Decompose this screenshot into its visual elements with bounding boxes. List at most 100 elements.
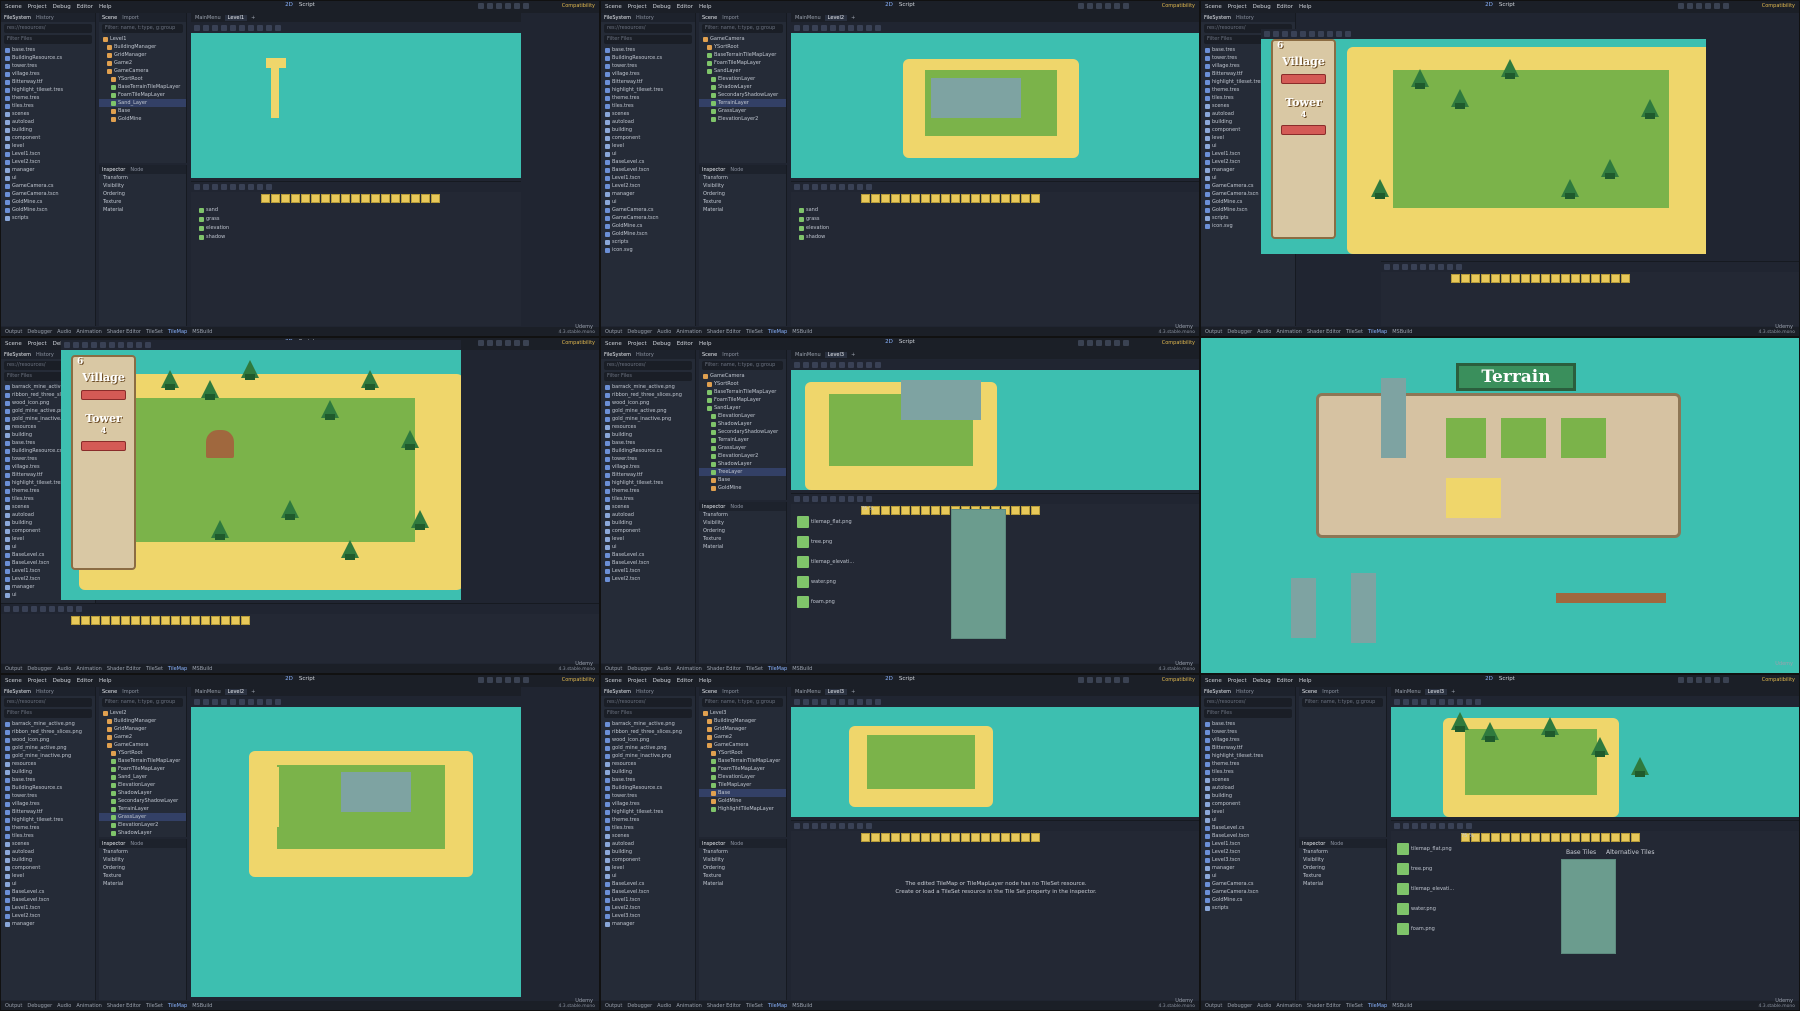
move-icon[interactable] xyxy=(203,25,209,31)
scene-node[interactable]: GoldMine xyxy=(99,115,186,123)
view-icon[interactable] xyxy=(875,25,881,31)
bottom-tab-tilemap[interactable]: TileMap xyxy=(1368,329,1387,335)
tab-filesystem[interactable]: FileSystem xyxy=(604,689,631,695)
move-icon[interactable] xyxy=(203,699,209,705)
tile-swatch[interactable] xyxy=(171,616,180,625)
canvas-viewport[interactable]: 6 Village Tower 4 xyxy=(1261,29,1706,254)
tile-swatch[interactable] xyxy=(141,616,150,625)
scene-node[interactable]: GridManager xyxy=(99,51,186,59)
rect-icon[interactable] xyxy=(1439,823,1445,829)
inspector-section[interactable]: Ordering xyxy=(99,190,186,198)
bottom-tab-output[interactable]: Output xyxy=(5,1003,22,1009)
tileset-source[interactable]: tilemap_elevati... xyxy=(793,556,854,568)
line-icon[interactable] xyxy=(1420,264,1426,270)
inspector-section[interactable]: Ordering xyxy=(699,527,786,535)
menu-item-editor[interactable]: Editor xyxy=(677,4,693,10)
file-item[interactable]: gold_mine_active.png xyxy=(601,744,695,752)
tab-scene[interactable]: Scene xyxy=(702,352,717,358)
paint-icon[interactable] xyxy=(821,496,827,502)
scene-node[interactable]: ElevationLayer xyxy=(699,75,786,83)
add-tab-icon[interactable]: + xyxy=(851,689,855,695)
workspace-tab-script[interactable]: Script xyxy=(1499,676,1515,682)
bottom-tab-audio[interactable]: Audio xyxy=(57,329,71,335)
play-icon[interactable] xyxy=(1078,677,1084,683)
tab-node[interactable]: Node xyxy=(730,504,743,510)
file-item[interactable]: wood_icon.png xyxy=(1,736,95,744)
play-scene-icon[interactable] xyxy=(505,3,511,9)
bottom-tab-tileset[interactable]: TileSet xyxy=(1346,1003,1363,1009)
eraser-icon[interactable] xyxy=(266,184,272,190)
tile-swatch[interactable] xyxy=(1611,833,1620,842)
tile-swatch[interactable] xyxy=(951,194,960,203)
canvas-viewport[interactable] xyxy=(791,23,1199,178)
scene-node[interactable]: YSortRoot xyxy=(99,749,186,757)
filesystem-path[interactable]: res://resources/ xyxy=(4,24,92,33)
tile-swatch[interactable] xyxy=(161,616,170,625)
group-icon[interactable] xyxy=(848,362,854,368)
inspector-section[interactable]: Texture xyxy=(699,872,786,880)
group-icon[interactable] xyxy=(1318,31,1324,37)
tile-swatch[interactable] xyxy=(181,616,190,625)
file-item[interactable]: village.tres xyxy=(1,70,95,78)
terrains-icon[interactable] xyxy=(812,823,818,829)
tileset-source[interactable]: tree.png xyxy=(793,536,832,548)
tab-history[interactable]: History xyxy=(36,689,54,695)
file-item[interactable]: component xyxy=(601,856,695,864)
move-icon[interactable] xyxy=(1273,31,1279,37)
filesystem-path[interactable]: res://resources/ xyxy=(604,24,692,33)
filesystem-filter[interactable]: Filter Files xyxy=(604,35,692,44)
ruler-icon[interactable] xyxy=(830,362,836,368)
menu-item-project[interactable]: Project xyxy=(1228,4,1247,10)
file-item[interactable]: theme.tres xyxy=(1201,760,1295,768)
play-custom-icon[interactable] xyxy=(1714,3,1720,9)
scene-node[interactable]: GameCamera xyxy=(99,67,186,75)
file-item[interactable]: building xyxy=(601,431,695,439)
ruler-icon[interactable] xyxy=(1430,699,1436,705)
lock-icon[interactable] xyxy=(1439,699,1445,705)
file-item[interactable]: autoload xyxy=(601,840,695,848)
filesystem-path[interactable]: res://resources/ xyxy=(604,361,692,370)
menu-item-project[interactable]: Project xyxy=(28,4,47,10)
tile-swatch[interactable] xyxy=(921,506,930,515)
bottom-tab-animation[interactable]: Animation xyxy=(676,1003,702,1009)
file-item[interactable]: autoload xyxy=(1,118,95,126)
rotate-icon[interactable] xyxy=(212,699,218,705)
terrain-item[interactable]: grass xyxy=(795,215,820,223)
bottom-tab-audio[interactable]: Audio xyxy=(57,666,71,672)
line-icon[interactable] xyxy=(830,823,836,829)
bottom-tab-audio[interactable]: Audio xyxy=(657,1003,671,1009)
bottom-tab-output[interactable]: Output xyxy=(605,666,622,672)
movie-icon[interactable] xyxy=(1123,677,1129,683)
scene-tab-active[interactable]: Level3 xyxy=(1424,688,1448,695)
menu-item-help[interactable]: Help xyxy=(699,4,712,10)
select-icon[interactable] xyxy=(794,362,800,368)
scene-node[interactable]: FoamTileMapLayer xyxy=(699,396,786,404)
tileset-source[interactable]: tilemap_flat.png xyxy=(1393,843,1452,855)
file-item[interactable]: ui xyxy=(1201,816,1295,824)
file-item[interactable]: highlight_tileset.tres xyxy=(1,86,95,94)
tile-swatch[interactable] xyxy=(891,506,900,515)
tile-swatch[interactable] xyxy=(941,506,950,515)
file-item[interactable]: GameCamera.tscn xyxy=(1201,888,1295,896)
file-item[interactable]: component xyxy=(1201,800,1295,808)
file-item[interactable]: gold_mine_active.png xyxy=(601,407,695,415)
tile-swatch[interactable] xyxy=(931,506,940,515)
tile-swatch[interactable] xyxy=(221,616,230,625)
tile-swatch[interactable] xyxy=(241,616,250,625)
tile-swatch[interactable] xyxy=(1001,833,1010,842)
move-icon[interactable] xyxy=(73,342,79,348)
menu-item-help[interactable]: Help xyxy=(1299,4,1312,10)
file-item[interactable]: base.tres xyxy=(1,46,95,54)
play-icon[interactable] xyxy=(478,3,484,9)
bottom-tab-debugger[interactable]: Debugger xyxy=(27,329,52,335)
tab-filesystem[interactable]: FileSystem xyxy=(1204,15,1231,21)
scene-node[interactable]: YSortRoot xyxy=(699,380,786,388)
file-item[interactable]: Bitterway.ttf xyxy=(1,808,95,816)
file-item[interactable]: autoload xyxy=(1201,784,1295,792)
place-village-button[interactable] xyxy=(1281,74,1326,84)
filesystem-filter[interactable]: Filter Files xyxy=(604,709,692,718)
tile-swatch[interactable] xyxy=(1011,833,1020,842)
menu-item-scene[interactable]: Scene xyxy=(5,4,22,10)
bottom-tab-output[interactable]: Output xyxy=(605,1003,622,1009)
bottom-tab-debugger[interactable]: Debugger xyxy=(1227,329,1252,335)
